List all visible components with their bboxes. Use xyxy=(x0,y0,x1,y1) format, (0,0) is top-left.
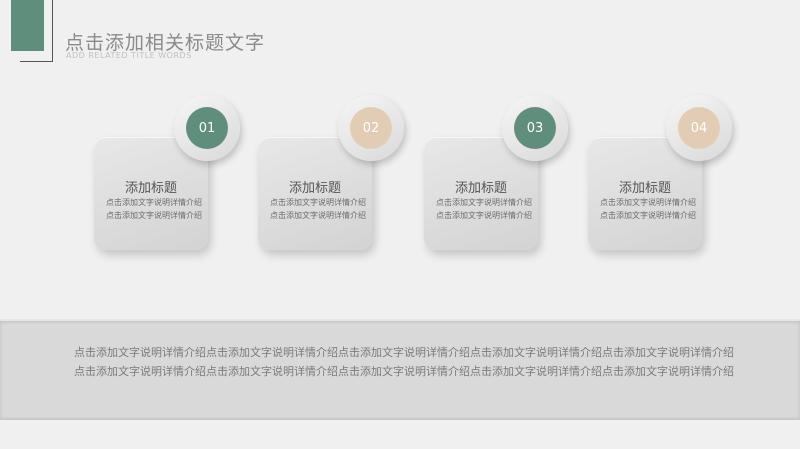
number-badge-01: 01 xyxy=(174,95,240,161)
number-badge-03: 03 xyxy=(502,95,568,161)
badge-number: 01 xyxy=(186,107,228,149)
card-description[interactable]: 点击添加文字说明详情介绍点击添加文字说明详情介绍 xyxy=(106,196,202,222)
badge-number: 02 xyxy=(350,107,392,149)
description-panel: 点击添加文字说明详情介绍点击添加文字说明详情介绍点击添加文字说明详情介绍点击添加… xyxy=(0,319,800,420)
corner-line-horizontal xyxy=(20,61,53,62)
badge-number: 04 xyxy=(678,107,720,149)
card-title[interactable]: 添加标题 xyxy=(258,177,372,196)
card-description[interactable]: 点击添加文字说明详情介绍点击添加文字说明详情介绍 xyxy=(600,196,696,222)
number-badge-02: 02 xyxy=(338,95,404,161)
panel-description[interactable]: 点击添加文字说明详情介绍点击添加文字说明详情介绍点击添加文字说明详情介绍点击添加… xyxy=(74,343,736,381)
title-accent-block xyxy=(11,0,44,51)
page-subtitle[interactable]: ADD RELATED TITLE WORDS xyxy=(66,51,192,60)
card-description[interactable]: 点击添加文字说明详情介绍点击添加文字说明详情介绍 xyxy=(270,196,366,222)
corner-line-vertical xyxy=(52,0,53,62)
number-badge-04: 04 xyxy=(666,95,732,161)
card-description[interactable]: 点击添加文字说明详情介绍点击添加文字说明详情介绍 xyxy=(436,196,532,222)
badge-number: 03 xyxy=(514,107,556,149)
card-title[interactable]: 添加标题 xyxy=(94,177,208,196)
card-title[interactable]: 添加标题 xyxy=(588,177,702,196)
card-title[interactable]: 添加标题 xyxy=(424,177,538,196)
